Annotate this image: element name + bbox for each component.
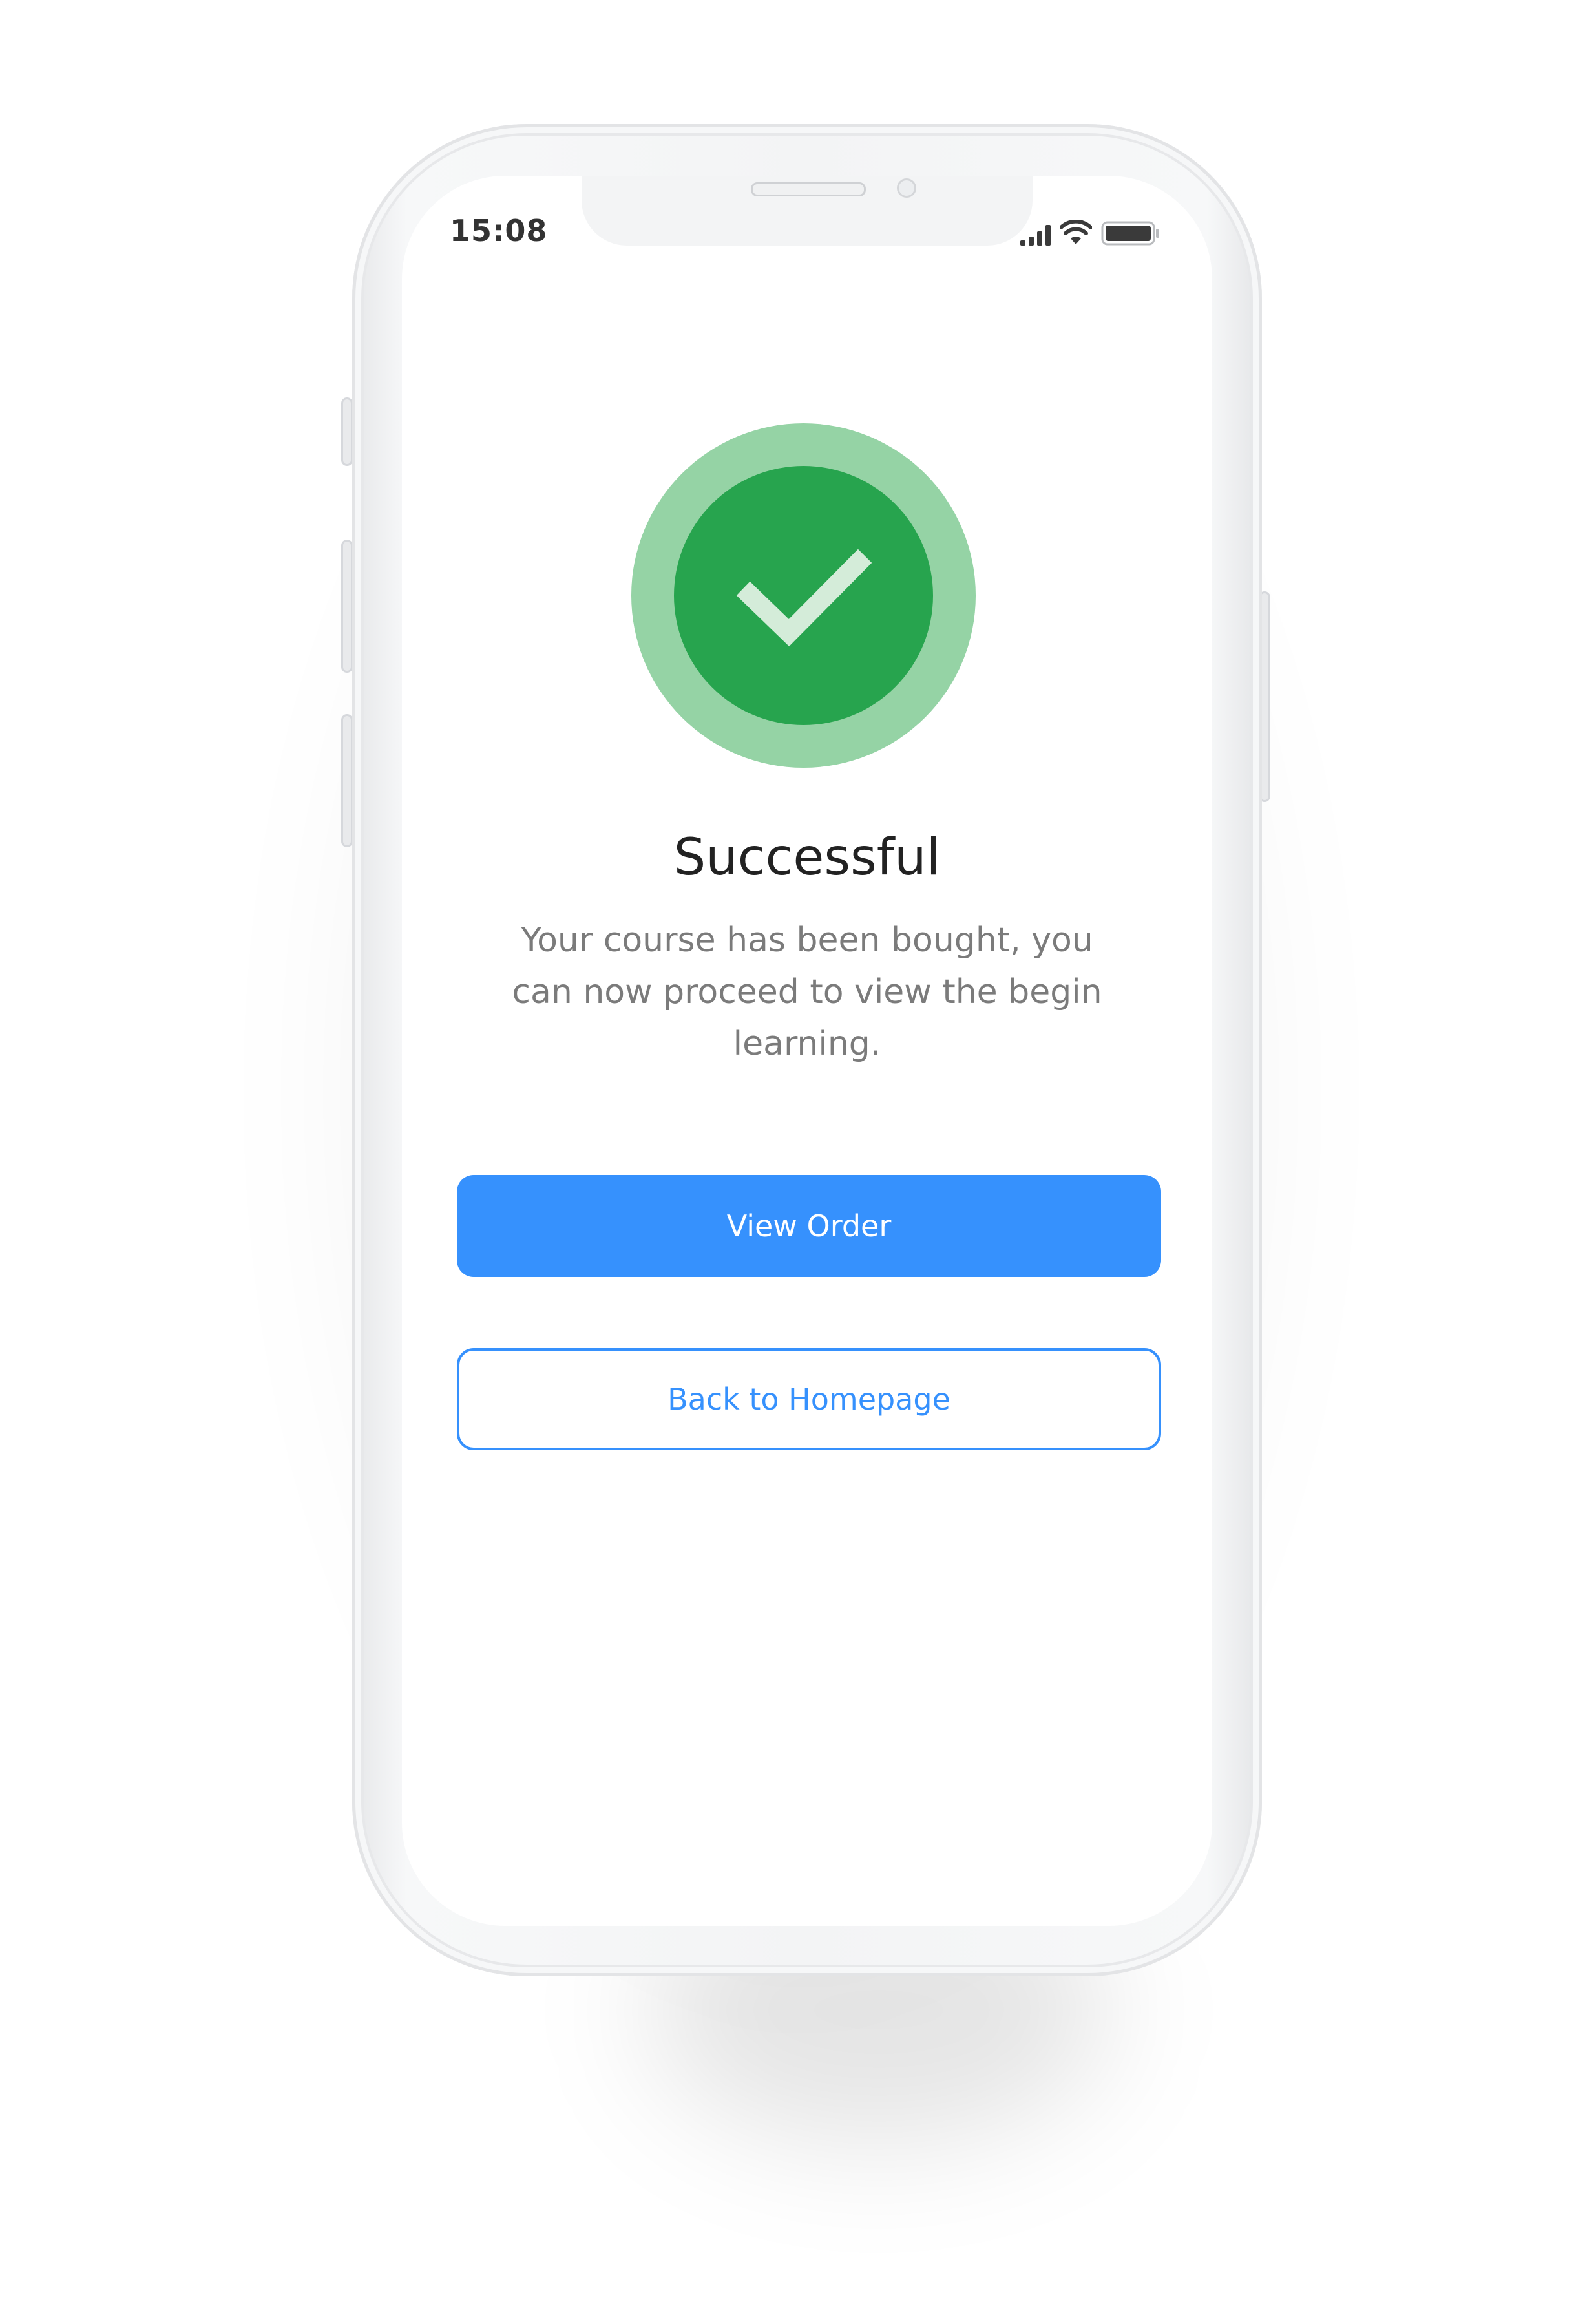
volume-up-button [341,540,353,673]
cellular-signal-icon [1020,224,1051,246]
status-icons [1020,216,1160,246]
checkmark-icon [736,549,872,647]
status-time: 15:08 [450,213,548,248]
battery-icon [1101,221,1159,246]
volume-down-button [341,714,353,847]
page-title: Successful [673,829,941,887]
notch [582,176,1033,246]
success-badge-inner [674,466,933,725]
app-screen: 15:08 Successful Your course has been bo… [402,176,1212,1926]
success-badge [631,423,976,768]
back-to-homepage-button[interactable]: Back to Homepage [457,1348,1161,1450]
speaker-grille [751,182,866,196]
success-message: Your course has been bought, you can now… [512,921,1102,1063]
view-order-button[interactable]: View Order [457,1175,1161,1277]
device-mockup: 15:08 Successful Your course has been bo… [0,0,1596,2313]
front-camera [897,178,916,198]
wifi-icon [1060,220,1092,244]
mute-switch [341,397,353,466]
